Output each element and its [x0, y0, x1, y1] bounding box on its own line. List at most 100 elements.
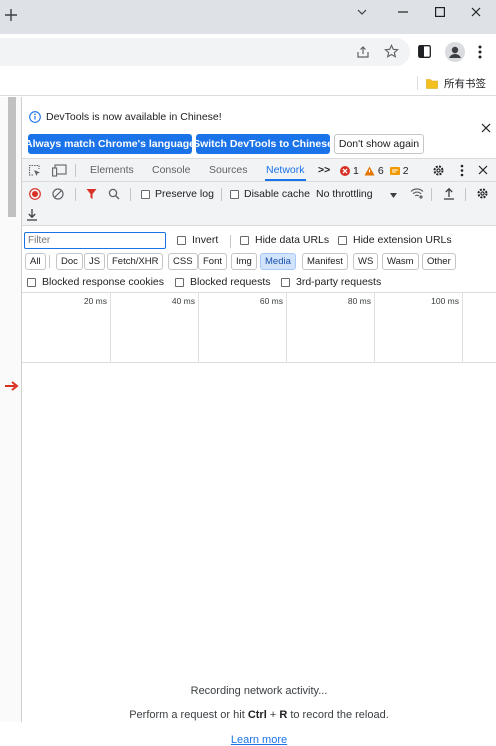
page-content-strip — [0, 97, 22, 722]
blocked-requests-checkbox[interactable] — [175, 278, 184, 287]
inspect-element-button[interactable] — [28, 164, 41, 177]
timeline-gridline — [198, 293, 199, 363]
devtools-settings-button[interactable] — [432, 164, 445, 177]
share-button[interactable] — [356, 45, 370, 59]
minimize-icon — [398, 11, 408, 13]
perform-prefix: Perform a request or hit — [129, 709, 248, 721]
bookmarks-folder-label: 所有书签 — [444, 77, 486, 90]
type-chip-js[interactable]: JS — [84, 253, 106, 270]
tab-network[interactable]: Network — [265, 159, 306, 181]
search-button[interactable] — [108, 188, 120, 200]
plus-icon — [5, 9, 17, 21]
caret-down-icon — [390, 193, 397, 198]
export-har-button[interactable] — [26, 208, 38, 221]
record-button[interactable] — [29, 188, 41, 200]
network-conditions-button[interactable] — [410, 187, 424, 199]
close-icon — [471, 7, 481, 17]
bookmark-star-button[interactable] — [384, 44, 400, 60]
type-chip-wasm[interactable]: Wasm — [382, 253, 419, 270]
timeline-tick-label: 80 ms — [347, 296, 371, 306]
share-icon — [357, 46, 369, 58]
issue-icon — [389, 166, 400, 175]
switch-to-chinese-button[interactable]: Switch DevTools to Chinese — [193, 134, 333, 154]
hide-extension-urls-checkbox[interactable] — [338, 236, 347, 245]
type-chip-other[interactable]: Other — [422, 253, 456, 270]
maximize-button[interactable] — [422, 0, 458, 24]
hide-data-urls-label: Hide data URLs — [255, 234, 330, 246]
network-overview-timeline[interactable]: 20 ms 40 ms 60 ms 80 ms 100 ms — [22, 293, 496, 363]
timeline-tick-label: 40 ms — [171, 296, 195, 306]
gear-icon — [433, 165, 444, 176]
device-icon — [52, 164, 67, 177]
tab-elements[interactable]: Elements — [90, 159, 134, 181]
omnibox[interactable] — [0, 38, 410, 66]
type-chip-ws[interactable]: WS — [353, 253, 379, 270]
throttling-select[interactable]: No throttling — [316, 187, 398, 202]
blocked-requests-label: Blocked requests — [190, 276, 271, 288]
errors-counter[interactable]: 1 6 2 — [340, 164, 409, 177]
third-party-requests-checkbox[interactable] — [281, 278, 290, 287]
toolbar-divider — [221, 188, 222, 201]
close-devtools-button[interactable] — [478, 165, 488, 175]
close-icon — [478, 165, 488, 175]
learn-more-link[interactable]: Learn more — [231, 734, 287, 746]
warning-icon — [364, 166, 375, 175]
learn-more-row: Learn more — [22, 734, 496, 746]
type-chip-doc[interactable]: Doc — [56, 253, 83, 270]
always-match-language-button[interactable]: Always match Chrome's language — [25, 134, 195, 154]
chrome-menu-button[interactable] — [478, 45, 486, 59]
invert-label: Invert — [192, 234, 219, 246]
side-panel-button[interactable] — [418, 45, 432, 59]
download-icon — [27, 209, 37, 221]
type-chip-manifest[interactable]: Manifest — [302, 253, 348, 270]
close-infobar-button[interactable] — [481, 123, 493, 135]
profile-button[interactable] — [445, 42, 465, 62]
all-bookmarks-folder[interactable]: 所有书签 — [426, 75, 486, 91]
type-chip-img[interactable]: Img — [231, 253, 257, 270]
timeline-gridline — [462, 293, 463, 363]
tab-sources[interactable]: Sources — [209, 159, 248, 181]
preserve-log-label: Preserve log — [155, 188, 214, 200]
hide-data-urls-checkbox[interactable] — [240, 236, 249, 245]
disable-cache-checkbox[interactable] — [230, 190, 239, 199]
throttling-value: No throttling — [316, 188, 373, 200]
more-tabs-button[interactable]: >> — [318, 159, 330, 181]
toolbar-divider — [431, 188, 432, 201]
page-scrollbar-thumb[interactable] — [8, 97, 16, 217]
devtools-menu-button[interactable] — [460, 164, 464, 177]
invert-checkbox[interactable] — [177, 236, 186, 245]
sidepanel-icon — [418, 45, 431, 58]
recording-message: Recording network activity... — [190, 685, 328, 697]
gear-icon — [477, 188, 488, 199]
tab-console[interactable]: Console — [152, 159, 191, 181]
dont-show-again-button[interactable]: Don't show again — [334, 134, 424, 154]
filter-toggle-button[interactable] — [86, 188, 97, 200]
perform-suffix: to record the reload. — [287, 709, 389, 721]
chip-divider — [49, 255, 50, 268]
folder-icon — [426, 78, 438, 89]
tab-search-button[interactable] — [344, 0, 380, 24]
import-har-button[interactable] — [443, 187, 455, 200]
blocked-response-cookies-checkbox[interactable] — [27, 278, 36, 287]
close-window-button[interactable] — [458, 0, 494, 24]
type-chip-css[interactable]: CSS — [168, 253, 198, 270]
network-settings-button[interactable] — [476, 187, 489, 200]
minimize-button[interactable] — [385, 0, 421, 24]
preserve-log-checkbox[interactable] — [141, 190, 150, 199]
third-party-requests-label: 3rd-party requests — [296, 276, 382, 288]
type-chip-fetch-xhr[interactable]: Fetch/XHR — [107, 253, 164, 270]
search-icon — [108, 188, 120, 200]
type-chip-all[interactable]: All — [25, 253, 46, 270]
clear-button[interactable] — [52, 188, 64, 200]
new-tab-button[interactable] — [2, 6, 20, 24]
funnel-icon — [86, 189, 97, 199]
language-infobar: DevTools is now available in Chinese! Al… — [22, 97, 496, 159]
type-chip-media[interactable]: Media — [260, 253, 296, 270]
resource-type-filters: All Doc JS Fetch/XHR CSS Font Img Media … — [22, 253, 496, 272]
record-icon — [29, 188, 41, 200]
timeline-tick-label: 20 ms — [83, 296, 107, 306]
filter-input[interactable] — [24, 232, 166, 249]
toolbar-divider — [75, 188, 76, 201]
device-toolbar-button[interactable] — [52, 164, 67, 177]
type-chip-font[interactable]: Font — [198, 253, 228, 270]
